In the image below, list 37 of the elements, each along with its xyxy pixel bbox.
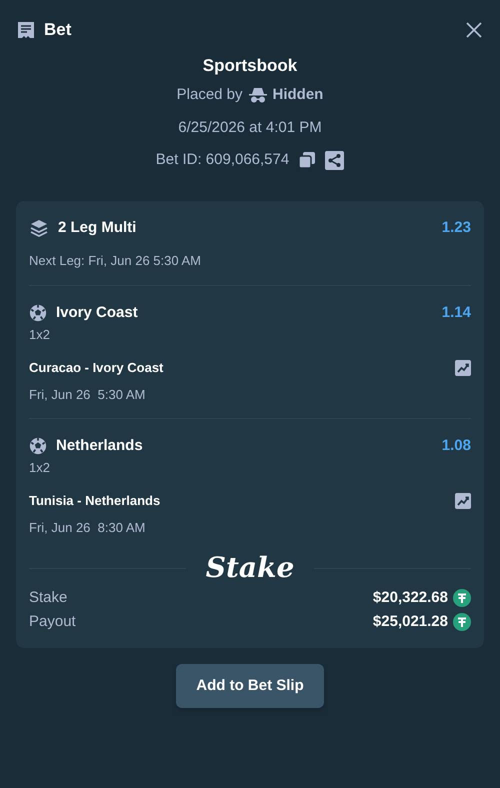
market-name: 1x2 — [29, 326, 51, 344]
trend-chart-icon[interactable] — [455, 493, 471, 509]
market-name: 1x2 — [29, 459, 51, 477]
multi-odds: 1.23 — [442, 218, 471, 238]
match-time: Fri, Jun 26 8:30 AM — [29, 519, 146, 537]
total-amount: $20,322.68 — [372, 588, 448, 608]
selection-name: Netherlands — [56, 436, 143, 456]
placed-by-label: Placed by — [176, 84, 243, 105]
copy-icon[interactable] — [298, 151, 316, 169]
layers-icon — [29, 218, 49, 238]
selection-name: Ivory Coast — [56, 302, 138, 323]
selection-odds: 1.08 — [442, 436, 471, 456]
dialog-title: Bet — [44, 19, 72, 42]
placed-datetime: 6/25/2026 at 4:01 PM — [178, 118, 322, 138]
bet-id: Bet ID: 609,066,574 — [156, 150, 290, 170]
trend-chart-icon[interactable] — [455, 360, 471, 376]
soccer-ball-icon — [29, 304, 47, 322]
username: Hidden — [272, 84, 324, 105]
soccer-ball-icon — [29, 437, 47, 455]
incognito-icon — [248, 87, 268, 103]
selection-odds: 1.14 — [442, 302, 471, 323]
multi-title: 2 Leg Multi — [58, 218, 136, 238]
total-amount: $25,021.28 — [372, 612, 448, 632]
match-name[interactable]: Curacao - Ivory Coast — [29, 358, 164, 378]
add-to-bet-slip-button[interactable]: Add to Bet Slip — [176, 664, 324, 708]
next-leg-time: Next Leg: Fri, Jun 26 5:30 AM — [29, 252, 202, 270]
coin-icon — [453, 589, 471, 607]
match-time: Fri, Jun 26 5:30 AM — [29, 386, 146, 404]
close-button[interactable] — [464, 20, 484, 40]
brand-logo: Stake — [204, 550, 296, 586]
total-label: Stake — [29, 588, 68, 608]
match-name[interactable]: Tunisia - Netherlands — [29, 491, 160, 511]
share-icon[interactable] — [325, 150, 344, 170]
bet-source-title: Sportsbook — [202, 55, 298, 77]
receipt-icon — [16, 20, 36, 40]
total-label: Payout — [29, 612, 76, 632]
coin-icon — [453, 613, 471, 631]
